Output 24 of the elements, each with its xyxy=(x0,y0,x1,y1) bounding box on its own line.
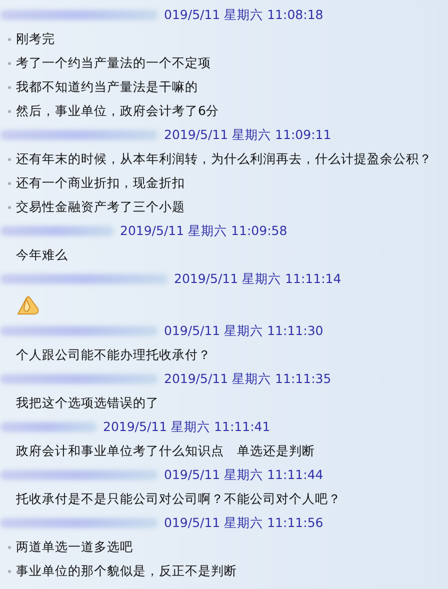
hands-emoji-icon xyxy=(16,294,40,316)
message-timestamp: 2019/5/11 星期六 11:09:58 xyxy=(120,222,288,240)
message-text: 还有一个商业折扣，现金折扣 xyxy=(16,174,185,192)
message-text: 托收承付是不是只能公司对公司啊？不能公司对个人吧？ xyxy=(16,490,341,508)
message-text: 我都不知道约当产量法是干嘛的 xyxy=(16,78,198,96)
message-timestamp: 019/5/11 星期六 11:08:18 xyxy=(164,6,324,24)
message-timestamp: 2019/5/11 星期六 11:11:14 xyxy=(174,270,342,288)
message-text: 我把这个选项选错误的了 xyxy=(16,394,159,412)
message-timestamp: 2019/5/11 星期六 11:09:11 xyxy=(164,126,332,144)
message-text: 两道单选一道多选吧 xyxy=(16,538,133,556)
message-text: 然后，事业单位，政府会计考了6分 xyxy=(16,102,219,120)
message-text: 还有年末的时候，从本年利润转，为什么利润再去，什么计提盈余公积？ xyxy=(16,150,432,168)
message-text: 考了一个约当产量法的一个不定项 xyxy=(16,54,211,72)
message-timestamp: 2019/5/11 星期六 11:11:35 xyxy=(164,370,332,388)
message-text: 交易性金融资产考了三个小题 xyxy=(16,198,185,216)
message-timestamp: 019/5/11 星期六 11:11:30 xyxy=(164,322,324,340)
message-timestamp: 019/5/11 星期六 11:11:56 xyxy=(164,514,324,532)
message-text: 政府会计和事业单位考了什么知识点 单选还是判断 xyxy=(16,442,315,460)
message-text: 个人跟公司能不能办理托收承付？ xyxy=(16,346,211,364)
message-text: 刚考完 xyxy=(16,30,55,48)
message-text: 今年难么 xyxy=(16,246,68,264)
message-timestamp: 019/5/11 星期六 11:11:44 xyxy=(164,466,324,484)
message-text: 事业单位的那个貌似是，反正不是判断 xyxy=(16,562,237,580)
message-timestamp: 2019/5/11 星期六 11:11:41 xyxy=(103,418,270,436)
